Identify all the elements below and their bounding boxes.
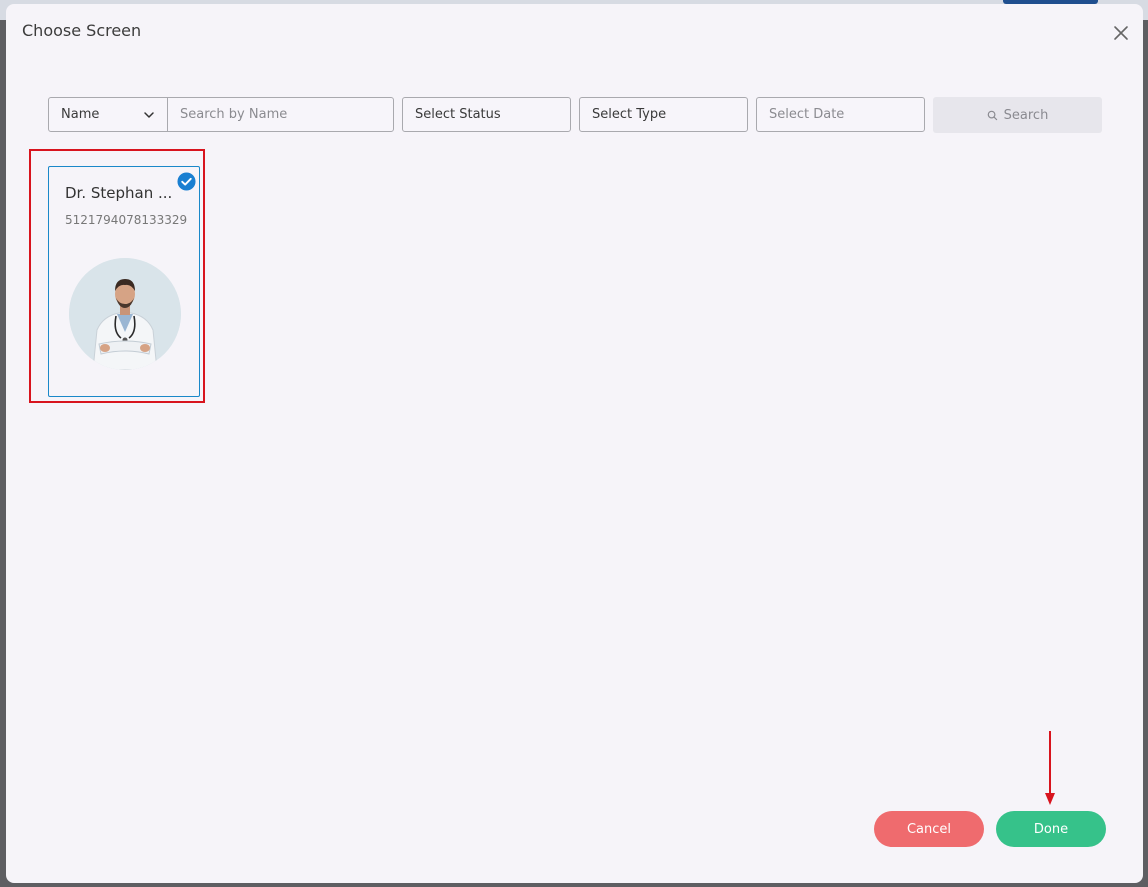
search-button[interactable]: Search xyxy=(933,97,1102,133)
close-button[interactable] xyxy=(1110,22,1132,44)
done-button[interactable]: Done xyxy=(996,811,1106,847)
name-select-label: Name xyxy=(61,107,100,122)
cancel-button-label: Cancel xyxy=(906,821,952,837)
chevron-down-icon xyxy=(144,112,154,118)
screen-card-title: Dr. Stephan ... xyxy=(65,184,173,202)
close-icon xyxy=(1114,26,1128,40)
date-picker[interactable]: Select Date xyxy=(756,97,925,132)
cancel-button[interactable]: Cancel xyxy=(874,811,984,847)
screen-card-id: 5121794078133329 xyxy=(65,213,188,227)
date-picker-placeholder: Select Date xyxy=(769,107,845,122)
status-select-label: Select Status xyxy=(415,107,501,122)
status-select[interactable]: Select Status xyxy=(402,97,571,132)
choose-screen-modal: Choose Screen Name Search by Name Select… xyxy=(6,4,1143,883)
search-button-label: Search xyxy=(1003,107,1049,123)
screen-avatar xyxy=(69,258,181,370)
modal-title: Choose Screen xyxy=(22,21,142,40)
search-name-placeholder: Search by Name xyxy=(180,107,288,122)
type-select[interactable]: Select Type xyxy=(579,97,748,132)
done-button-label: Done xyxy=(1033,821,1069,837)
arrow-down-annotation xyxy=(1045,731,1055,805)
type-select-label: Select Type xyxy=(592,107,667,122)
doctor-portrait-image xyxy=(69,258,181,370)
name-filter-select[interactable]: Name xyxy=(48,97,168,132)
search-name-input[interactable]: Search by Name xyxy=(167,97,394,132)
check-circle-icon xyxy=(177,172,196,191)
search-icon xyxy=(987,110,997,120)
screen-card[interactable]: Dr. Stephan ... 5121794078133329 xyxy=(48,166,200,397)
